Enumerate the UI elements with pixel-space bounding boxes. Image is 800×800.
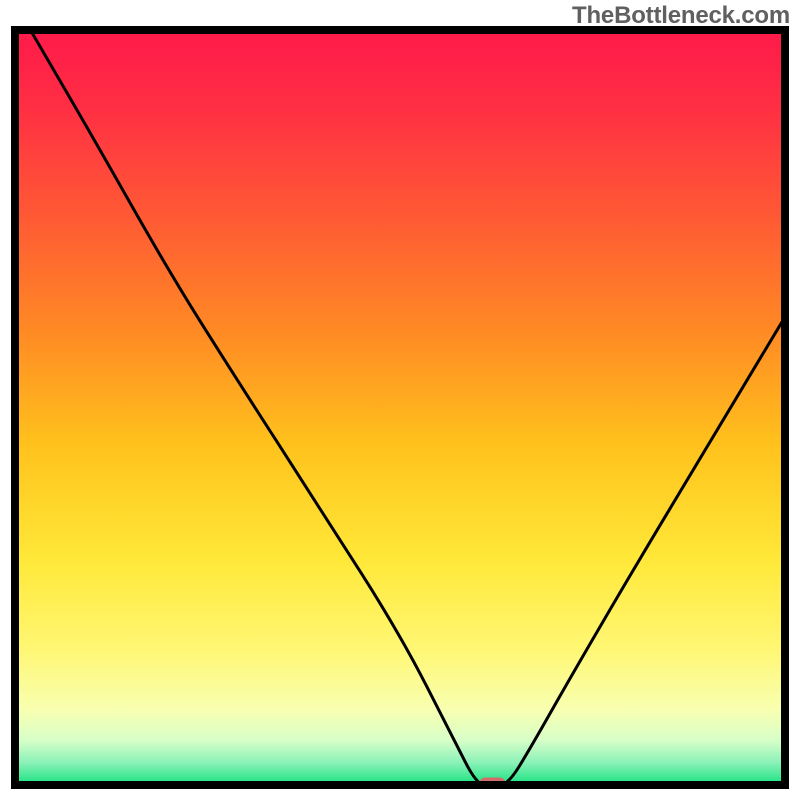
bottleneck-chart [0,0,800,800]
heatmap-background [15,30,785,785]
watermark-text: TheBottleneck.com [572,2,790,30]
